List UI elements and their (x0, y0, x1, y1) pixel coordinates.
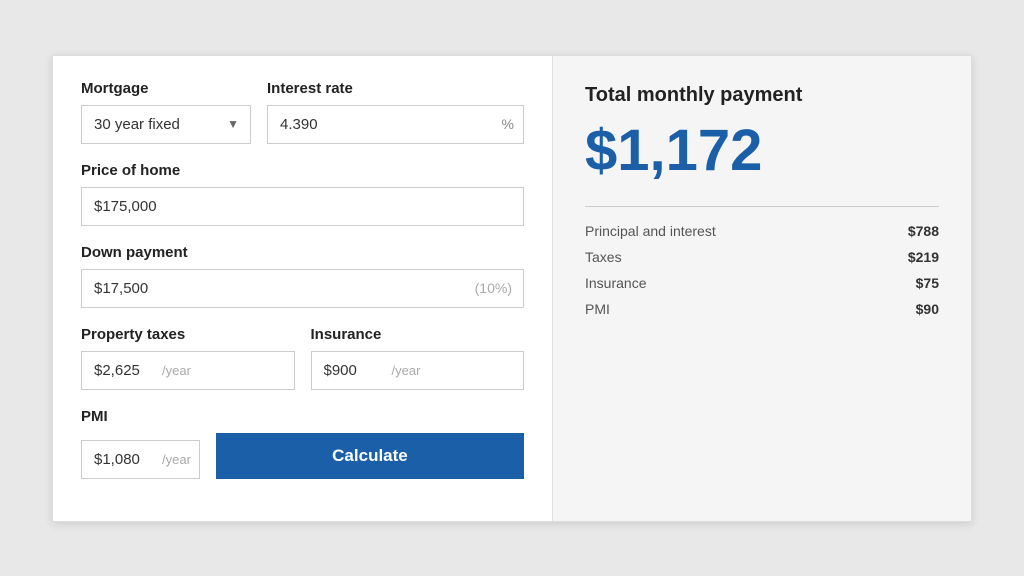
down-payment-label: Down payment (81, 244, 524, 261)
breakdown-row: PMI $90 (585, 301, 939, 317)
pmi-input-wrapper: /year (81, 440, 200, 479)
breakdown-item-value: $788 (908, 223, 939, 239)
left-panel: Mortgage 30 year fixed 15 year fixed 5/1… (53, 56, 553, 521)
property-taxes-input[interactable] (82, 352, 162, 389)
divider (585, 206, 939, 207)
breakdown-list: Principal and interest $788 Taxes $219 I… (585, 223, 939, 317)
down-payment-wrapper: (10%) (81, 269, 524, 308)
insurance-input[interactable] (312, 352, 392, 389)
price-of-home-label: Price of home (81, 162, 524, 179)
pmi-suffix: /year (162, 452, 199, 467)
breakdown-item-value: $219 (908, 249, 939, 265)
insurance-suffix: /year (392, 363, 429, 378)
breakdown-item-value: $75 (916, 275, 939, 291)
pmi-row: /year Calculate (81, 433, 524, 479)
breakdown-item-value: $90 (916, 301, 939, 317)
pmi-input-col: /year (81, 440, 200, 479)
calculate-button[interactable]: Calculate (216, 433, 524, 479)
breakdown-row: Insurance $75 (585, 275, 939, 291)
breakdown-item-label: PMI (585, 301, 610, 317)
total-payment-label: Total monthly payment (585, 84, 939, 107)
pmi-input[interactable] (82, 441, 162, 478)
interest-rate-label: Interest rate (267, 80, 524, 97)
interest-rate-input[interactable] (267, 105, 524, 144)
insurance-input-wrapper: /year (311, 351, 525, 390)
breakdown-row: Principal and interest $788 (585, 223, 939, 239)
breakdown-item-label: Principal and interest (585, 223, 716, 239)
total-payment-amount: $1,172 (585, 119, 939, 183)
property-taxes-label: Property taxes (81, 326, 295, 343)
right-panel: Total monthly payment $1,172 Principal a… (553, 56, 971, 521)
price-of-home-input[interactable] (81, 187, 524, 226)
pmi-label: PMI (81, 408, 524, 425)
property-taxes-suffix: /year (162, 363, 199, 378)
breakdown-item-label: Insurance (585, 275, 646, 291)
breakdown-row: Taxes $219 (585, 249, 939, 265)
property-taxes-input-wrapper: /year (81, 351, 295, 390)
insurance-label: Insurance (311, 326, 525, 343)
breakdown-item-label: Taxes (585, 249, 622, 265)
mortgage-select[interactable]: 30 year fixed 15 year fixed 5/1 ARM (81, 105, 251, 144)
calculator-container: Mortgage 30 year fixed 15 year fixed 5/1… (52, 55, 972, 522)
mortgage-select-wrapper: 30 year fixed 15 year fixed 5/1 ARM ▼ (81, 105, 251, 144)
interest-rate-wrapper: % (267, 105, 524, 144)
down-payment-input[interactable] (81, 269, 524, 308)
mortgage-label: Mortgage (81, 80, 251, 97)
